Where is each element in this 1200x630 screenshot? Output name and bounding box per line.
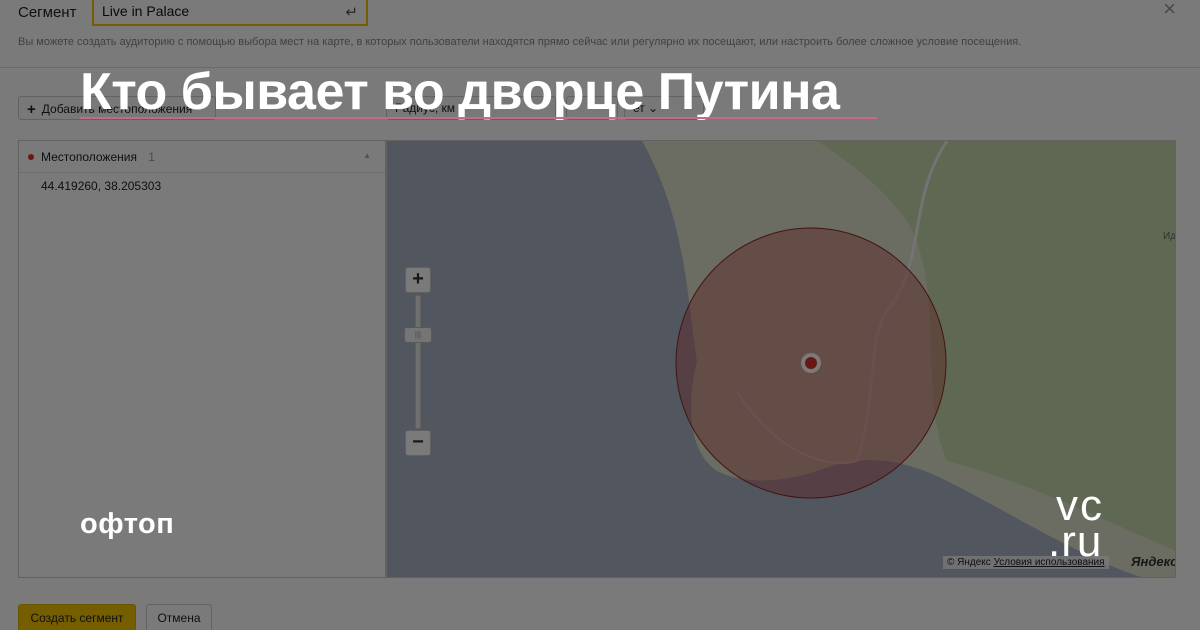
- collapse-icon[interactable]: ▲: [363, 151, 371, 160]
- location-dot-icon: [28, 154, 34, 160]
- category-tag: офтоп: [80, 508, 175, 540]
- plus-icon: +: [27, 101, 36, 118]
- zoom-in-button[interactable]: +: [405, 267, 431, 293]
- logo-bottom: .ru: [1048, 517, 1103, 566]
- segment-name-value: Live in Palace: [102, 3, 190, 19]
- locations-header[interactable]: Местоположения 1 ▲: [19, 141, 385, 173]
- create-segment-button[interactable]: Создать сегмент: [18, 604, 136, 630]
- headline-underline: [80, 117, 877, 119]
- locations-count: 1: [148, 150, 155, 164]
- headline: Кто бывает во дворце Путина: [80, 63, 840, 121]
- locations-title: Местоположения: [41, 150, 137, 164]
- close-icon[interactable]: ×: [1163, 0, 1176, 22]
- cancel-button[interactable]: Отмена: [146, 604, 212, 630]
- enter-icon: ↵: [345, 4, 358, 21]
- copyright-text: © Яндекс: [947, 557, 991, 568]
- location-item[interactable]: 44.419260, 38.205303: [19, 173, 385, 193]
- vc-ru-logo: vc .ru: [1048, 484, 1104, 566]
- zoom-slider-handle[interactable]: |||: [404, 327, 432, 343]
- yandex-logo: Яндекс: [1131, 554, 1176, 569]
- locations-panel: Местоположения 1 ▲ 44.419260, 38.205303: [18, 140, 386, 578]
- zoom-out-button[interactable]: −: [405, 430, 431, 456]
- zoom-slider-track[interactable]: [415, 295, 421, 429]
- segment-hint: Вы можете создать аудиторию с помощью вы…: [18, 36, 1022, 48]
- segment-label: Сегмент: [18, 4, 77, 21]
- map-place-label: Ид: [1163, 231, 1176, 242]
- segment-name-input[interactable]: Live in Palace ↵: [92, 0, 368, 26]
- location-marker-icon[interactable]: [805, 357, 817, 369]
